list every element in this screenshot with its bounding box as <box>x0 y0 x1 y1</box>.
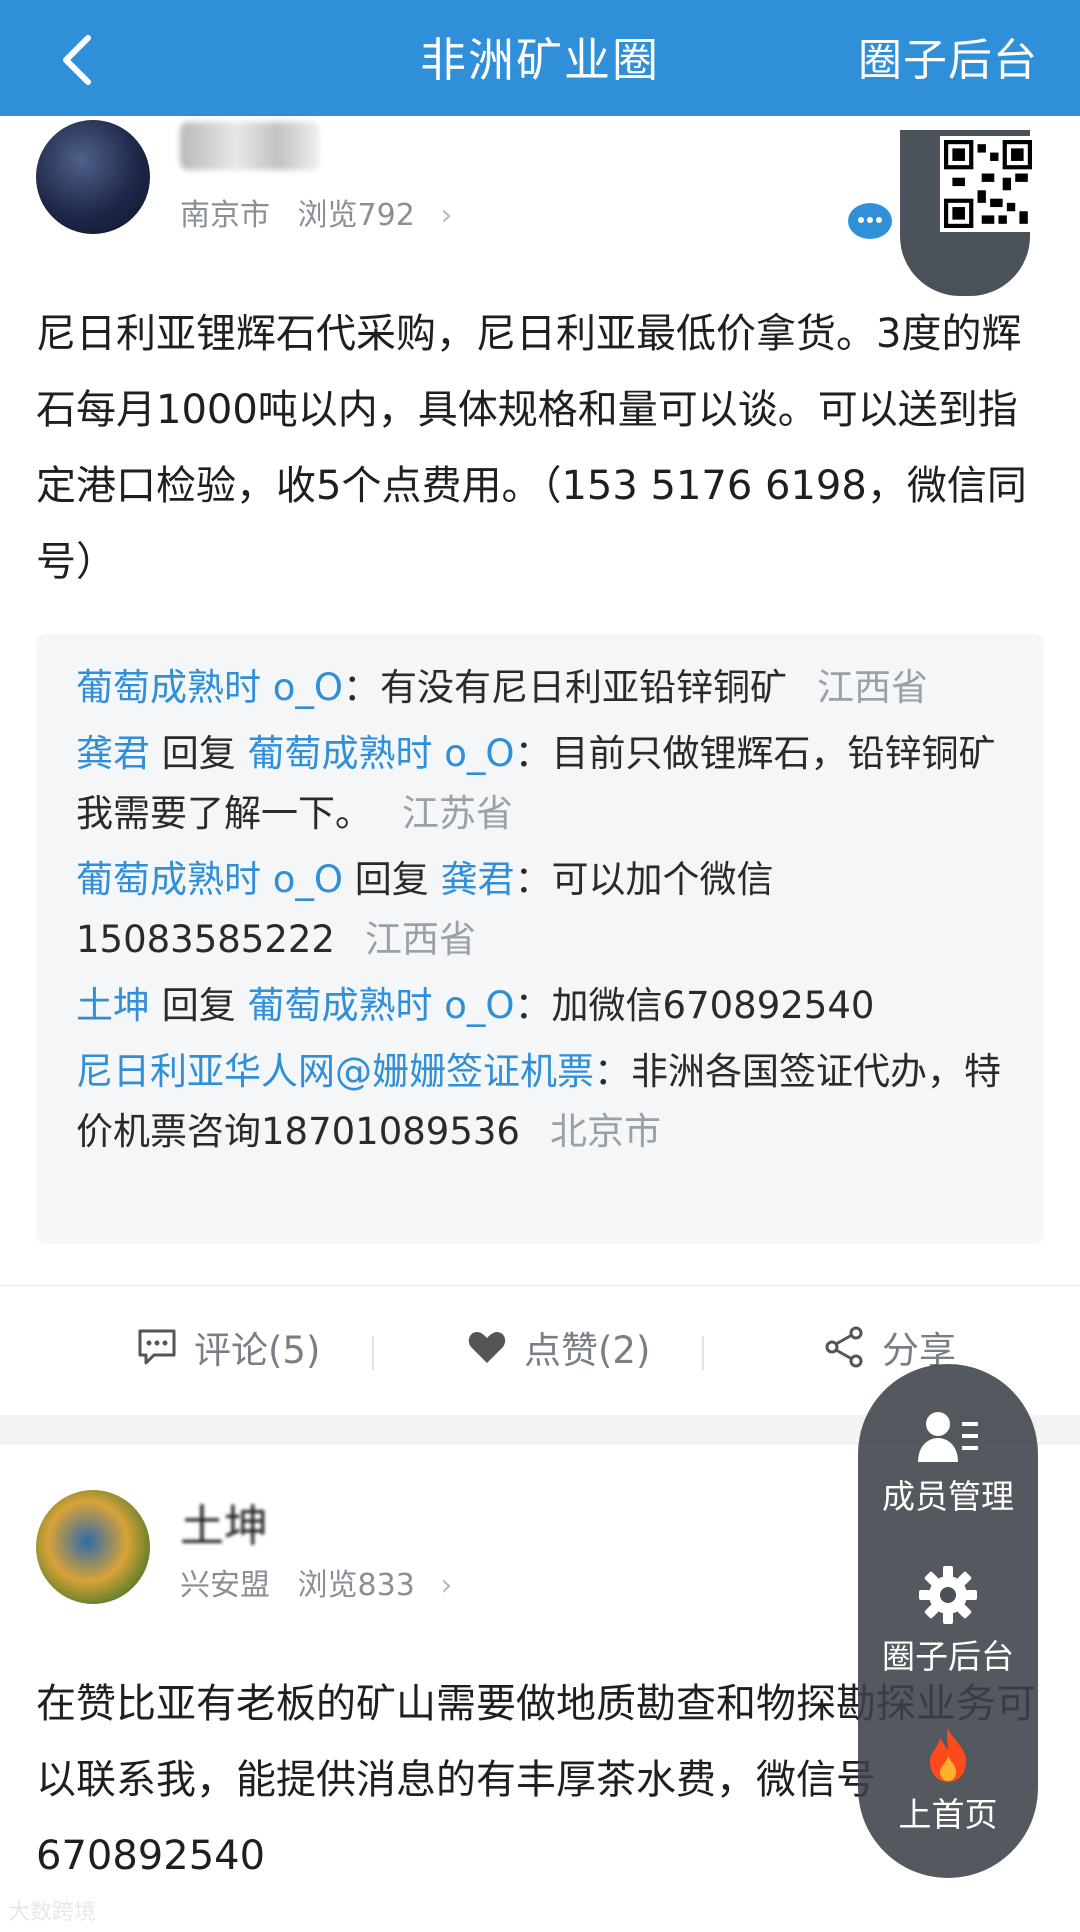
location-text: 兴安盟 <box>180 1568 270 1603</box>
comment-location: 江西省 <box>817 666 929 709</box>
comment-text: ：加微信670892540 <box>514 984 875 1027</box>
reply-target[interactable]: 葡萄成熟时 o_O <box>248 984 515 1027</box>
member-management-button[interactable]: 成员管理 <box>858 1408 1038 1518</box>
members-icon <box>918 1412 978 1462</box>
comment-location: 江苏省 <box>402 792 513 835</box>
comment-author[interactable]: 尼日利亚华人网@姗姗签证机票 <box>76 1050 594 1093</box>
post-meta: 兴安盟 浏览833 › <box>180 1560 452 1604</box>
divider <box>372 1336 374 1370</box>
comment-item[interactable]: 尼日利亚华人网@姗姗签证机票：非洲各国签证代办，特价机票咨询1870108953… <box>76 1042 1004 1162</box>
reply-word: 回复 <box>354 858 429 901</box>
gear-icon <box>919 1566 977 1624</box>
chevron-right-icon[interactable]: › <box>440 198 452 233</box>
avatar[interactable] <box>36 120 150 234</box>
circle-admin-link[interactable]: 圈子后台 <box>858 24 1038 88</box>
comment-item[interactable]: 龚君 回复 葡萄成熟时 o_O：目前只做锂辉石，铅锌铜矿我需要了解一下。 江苏省 <box>76 724 1004 844</box>
like-count-label: 点赞(2) <box>524 1329 651 1372</box>
location-text: 南京市 <box>180 198 270 233</box>
top-bar: 非洲矿业圈 圈子后台 <box>0 0 1080 116</box>
comment-item[interactable]: 葡萄成熟时 o_O：有没有尼日利亚铅锌铜矿 江西省 <box>76 658 1004 718</box>
heart-icon <box>468 1332 506 1363</box>
blurred-username[interactable] <box>180 122 320 170</box>
username[interactable]: 土坤 <box>180 1490 268 1554</box>
circle-admin-button[interactable]: 圈子后台 <box>858 1564 1038 1678</box>
go-top-button[interactable]: 上首页 <box>858 1726 1038 1836</box>
comment-item[interactable]: 葡萄成熟时 o_O 回复 龚君：可以加个微信15083585222 江西省 <box>76 850 1004 970</box>
comment-author[interactable]: 土坤 <box>76 984 150 1027</box>
comment-list: 葡萄成熟时 o_O：有没有尼日利亚铅锌铜矿 江西省 龚君 回复 葡萄成熟时 o_O… <box>36 634 1044 1244</box>
watermark: 大数跨境 <box>8 1900 97 1925</box>
post-content: 尼日利亚锂辉石代采购，尼日利亚最低价拿货。3度的辉石每月1000吨以内，具体规格… <box>36 311 1027 585</box>
member-management-label: 成员管理 <box>882 1477 1014 1516</box>
comment-icon <box>138 1329 176 1365</box>
go-top-label: 上首页 <box>898 1795 998 1834</box>
view-count: 浏览833 <box>297 1568 415 1603</box>
comment-button[interactable]: 评论(5) <box>136 1320 320 1374</box>
share-icon <box>825 1326 863 1368</box>
comment-author[interactable]: 龚君 <box>76 732 150 775</box>
circle-admin-label: 圈子后台 <box>882 1637 1014 1676</box>
reply-word: 回复 <box>161 984 236 1027</box>
floating-menu: 成员管理 圈子后台 上首页 <box>858 1364 1038 1878</box>
comment-text: ：有没有尼日利亚铅锌铜矿 <box>343 666 788 709</box>
reply-word: 回复 <box>161 732 236 775</box>
comment-author[interactable]: 葡萄成熟时 o_O <box>76 666 343 709</box>
comment-item[interactable]: 土坤 回复 葡萄成熟时 o_O：加微信670892540 <box>76 976 1004 1036</box>
chat-bubble-icon <box>848 203 892 239</box>
post-meta: 南京市 浏览792 › <box>180 190 452 234</box>
comment-location: 北京市 <box>549 1110 661 1153</box>
divider <box>702 1336 704 1370</box>
fire-icon <box>930 1728 966 1782</box>
avatar[interactable] <box>36 1490 150 1604</box>
comment-author[interactable]: 葡萄成熟时 o_O <box>76 858 343 901</box>
reply-target[interactable]: 葡萄成熟时 o_O <box>248 732 515 775</box>
comment-count-label: 评论(5) <box>194 1329 321 1372</box>
comment-location: 江西省 <box>364 918 476 961</box>
like-button[interactable]: 点赞(2) <box>466 1320 650 1374</box>
reply-target[interactable]: 龚君 <box>441 858 515 901</box>
qr-code-icon <box>940 136 1036 232</box>
chevron-right-icon[interactable]: › <box>440 1568 452 1603</box>
view-count: 浏览792 <box>297 198 415 233</box>
